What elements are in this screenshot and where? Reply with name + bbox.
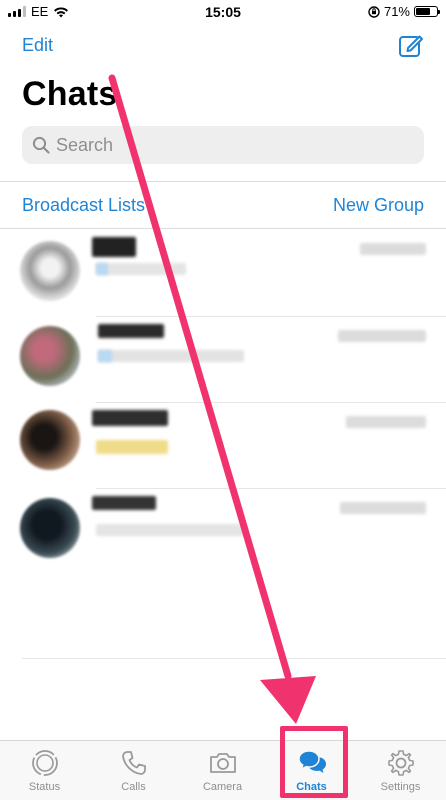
timestamp-redacted	[340, 502, 426, 514]
battery-percent: 71%	[383, 4, 410, 19]
read-receipt-icon	[96, 263, 108, 275]
orientation-lock-icon	[368, 5, 380, 18]
status-bar: EE 15:05 71%	[0, 0, 446, 26]
chat-row[interactable]	[0, 490, 446, 580]
tab-camera[interactable]: Camera	[178, 741, 267, 800]
tab-label: Calls	[121, 781, 146, 793]
message-preview-redacted	[96, 440, 168, 454]
timestamp-redacted	[338, 330, 426, 342]
divider	[96, 488, 446, 489]
tab-calls[interactable]: Calls	[89, 741, 178, 800]
avatar	[20, 410, 80, 470]
battery-icon	[414, 6, 440, 17]
chat-row[interactable]	[0, 318, 446, 408]
broadcast-lists-link[interactable]: Broadcast Lists	[22, 195, 145, 216]
tab-label: Camera	[202, 781, 243, 793]
camera-icon	[209, 753, 236, 773]
contact-name-redacted	[98, 324, 164, 338]
tab-bar: Status Calls Camera Chats Settings	[0, 740, 446, 800]
message-preview-redacted	[96, 263, 186, 275]
tab-label: Status	[28, 781, 61, 793]
divider	[22, 658, 446, 659]
contact-name-redacted	[92, 496, 156, 510]
divider	[0, 181, 446, 182]
message-preview-redacted	[98, 350, 244, 362]
search-input[interactable]: Search	[22, 126, 424, 164]
read-receipt-icon	[98, 350, 112, 362]
tab-label: Settings	[380, 781, 421, 793]
page-title: Chats	[22, 75, 118, 113]
avatar	[20, 241, 80, 301]
avatar	[20, 326, 80, 386]
divider	[96, 316, 446, 317]
edit-button[interactable]: Edit	[22, 35, 53, 56]
divider	[96, 402, 446, 403]
tab-status[interactable]: Status	[0, 741, 89, 800]
annotation-highlight-box	[280, 726, 348, 798]
status-icon	[31, 750, 58, 776]
timestamp-redacted	[360, 243, 426, 255]
avatar	[20, 498, 80, 558]
message-preview-redacted	[96, 524, 246, 536]
contact-name-redacted	[92, 237, 136, 257]
search-icon	[32, 136, 50, 154]
contact-name-redacted	[92, 410, 168, 426]
compose-icon[interactable]	[398, 32, 424, 58]
status-right: 71%	[368, 4, 440, 19]
tab-settings[interactable]: Settings	[356, 741, 445, 800]
chat-row[interactable]	[0, 404, 446, 494]
chat-row[interactable]	[0, 229, 446, 319]
gear-icon	[387, 750, 414, 776]
phone-icon	[121, 751, 146, 775]
new-group-link[interactable]: New Group	[333, 195, 424, 216]
search-placeholder: Search	[56, 134, 114, 155]
timestamp-redacted	[346, 416, 426, 428]
